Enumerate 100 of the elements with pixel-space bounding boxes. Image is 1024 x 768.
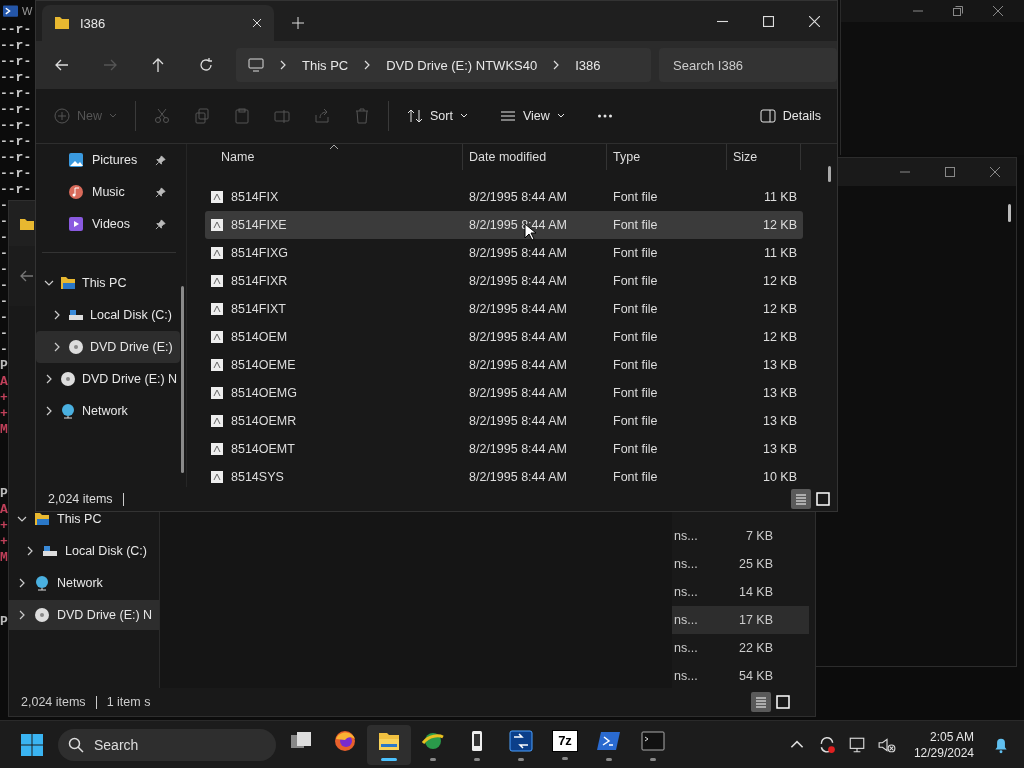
close-icon[interactable] <box>990 167 1000 177</box>
taskbar-app[interactable]: 7z <box>543 724 587 765</box>
column-header[interactable]: Type <box>607 144 727 170</box>
breadcrumb[interactable]: I386 <box>575 57 601 73</box>
muted-speaker-icon[interactable] <box>877 735 896 754</box>
terminal-text: --r- <box>0 134 32 150</box>
size-cell-text: 12 KB <box>761 218 798 232</box>
file-row[interactable]: 8514FIXT 8/2/1995 8:44 AM Font file 12 KB <box>205 295 803 323</box>
chevron-icon[interactable] <box>278 60 288 70</box>
network-icon[interactable] <box>847 735 866 754</box>
size-cell-text: 12 KB <box>761 274 798 288</box>
scrollbar-thumb[interactable] <box>828 166 831 182</box>
chevron-icon[interactable] <box>17 578 27 588</box>
taskbar-search[interactable]: Search <box>58 728 276 761</box>
type-cell: ns... <box>674 669 698 683</box>
disc-icon <box>68 339 84 355</box>
file-row[interactable]: 8514OEMT 8/2/1995 8:44 AM Font file 13 KB <box>205 435 803 463</box>
tree-item[interactable]: Network <box>36 395 180 427</box>
file-name: 8514OEMR <box>231 414 297 428</box>
quick-access-item[interactable]: Videos <box>36 208 186 240</box>
file-row[interactable]: 8514FIXR 8/2/1995 8:44 AM Font file 12 KB <box>205 267 803 295</box>
clock-date[interactable]: 12/29/2024 <box>913 744 974 761</box>
toolbar-button[interactable]: Sort <box>401 102 474 130</box>
windows-logo-icon[interactable] <box>20 732 44 757</box>
caret-icon <box>459 112 468 120</box>
scrollbar-thumb[interactable] <box>1008 204 1011 222</box>
details-pane-icon <box>759 108 776 124</box>
file-row[interactable]: 8514FIX 8/2/1995 8:44 AM Font file 11 KB <box>205 183 803 211</box>
search-field[interactable]: Search I386 <box>659 48 837 82</box>
file-row[interactable]: 8514OEM 8/2/1995 8:44 AM Font file 12 KB <box>205 323 803 351</box>
terminal-text: M <box>0 422 8 438</box>
chevron-icon[interactable] <box>17 610 27 620</box>
breadcrumb[interactable]: DVD Drive (E:) NTWKS40 <box>386 57 538 73</box>
close-icon[interactable] <box>993 6 1003 16</box>
details-view-icon[interactable] <box>791 489 811 509</box>
chevron-icon[interactable] <box>44 278 54 288</box>
back-arrow-icon[interactable] <box>54 57 70 73</box>
type-cell-text: Font file <box>612 442 659 456</box>
tree-item[interactable]: DVD Drive (E:) <box>36 331 180 363</box>
file-row[interactable]: 8514SYS 8/2/1995 8:44 AM Font file 10 KB <box>205 463 803 491</box>
tree-item[interactable]: This PC <box>36 267 180 299</box>
file-row[interactable]: ns... 17 KB <box>672 606 809 634</box>
file-row[interactable]: ns... 7 KB <box>672 522 809 550</box>
file-row[interactable]: ns... 22 KB <box>672 634 809 662</box>
chevron-icon[interactable] <box>17 514 27 524</box>
chevron-icon[interactable] <box>52 310 62 320</box>
file-row[interactable]: ns... 14 KB <box>672 578 809 606</box>
terminal-text: --r- <box>0 22 32 38</box>
column-header[interactable]: Name <box>205 144 463 170</box>
restore-icon[interactable] <box>953 6 963 16</box>
taskbar-app[interactable] <box>367 724 411 765</box>
column-header[interactable]: Date modified <box>463 144 607 170</box>
clock-time[interactable]: 2:05 AM <box>929 728 974 745</box>
file-row[interactable]: ns... 25 KB <box>672 550 809 578</box>
terminal-text: + <box>0 534 8 550</box>
type-cell-text: Font file <box>612 386 659 400</box>
file-row[interactable]: 8514OEMG 8/2/1995 8:44 AM Font file 13 KB <box>205 379 803 407</box>
file-row[interactable]: 8514OEME 8/2/1995 8:44 AM Font file 13 KB <box>205 351 803 379</box>
pin-icon[interactable] <box>155 186 166 198</box>
tree-item[interactable]: Local Disk (C:) <box>36 299 180 331</box>
toolbar-button[interactable]: View <box>493 102 571 130</box>
address-bar[interactable]: This PC DVD Drive (E:) NTWKS40 I386 <box>236 48 651 82</box>
tree-item[interactable]: This PC <box>9 512 159 526</box>
refresh-icon[interactable] <box>198 57 214 73</box>
font-file-icon <box>209 413 225 429</box>
file-row[interactable]: 8514FIXG 8/2/1995 8:44 AM Font file 11 KB <box>205 239 803 267</box>
up-arrow-icon[interactable] <box>150 57 166 73</box>
terminal-text: - <box>0 326 8 342</box>
add-tab-icon[interactable] <box>292 17 304 29</box>
scrollbar-thumb[interactable] <box>181 286 184 473</box>
column-header[interactable]: Size <box>727 144 801 170</box>
maximize-icon[interactable] <box>945 167 955 177</box>
disc-icon <box>60 371 76 387</box>
breadcrumb[interactable]: This PC <box>302 57 349 73</box>
terminal-text: --r- <box>0 70 32 86</box>
quick-access-item[interactable]: Pictures <box>36 144 186 176</box>
music-icon <box>68 184 84 200</box>
details-view-icon[interactable] <box>751 692 771 712</box>
tiles-view-icon[interactable] <box>773 692 793 712</box>
font-file-icon <box>209 217 225 233</box>
file-row[interactable]: ns... 54 KB <box>672 662 809 690</box>
window-tab[interactable]: I386 <box>42 5 274 41</box>
details-pane-button[interactable]: Details <box>753 102 827 130</box>
caret-icon <box>556 112 565 120</box>
chevron-icon[interactable] <box>25 546 35 556</box>
terminal-text: + <box>0 518 8 534</box>
tree-item[interactable]: Local Disk (C:) <box>9 544 159 558</box>
tree-label: This PC <box>57 512 102 526</box>
chevron-icon[interactable] <box>44 374 54 384</box>
pin-icon[interactable] <box>155 154 166 166</box>
font-file-icon <box>209 441 225 457</box>
chevron-icon[interactable] <box>44 406 54 416</box>
pin-icon[interactable] <box>155 218 166 230</box>
tree-item[interactable]: DVD Drive (E:) N <box>36 363 180 395</box>
chevron-icon[interactable] <box>52 342 62 352</box>
tiles-view-icon[interactable] <box>813 489 833 509</box>
quick-access-item[interactable]: Music <box>36 176 186 208</box>
terminal-text: P <box>0 614 8 630</box>
tree-item[interactable]: Network <box>9 576 159 590</box>
file-row[interactable]: 8514OEMR 8/2/1995 8:44 AM Font file 13 KB <box>205 407 803 435</box>
